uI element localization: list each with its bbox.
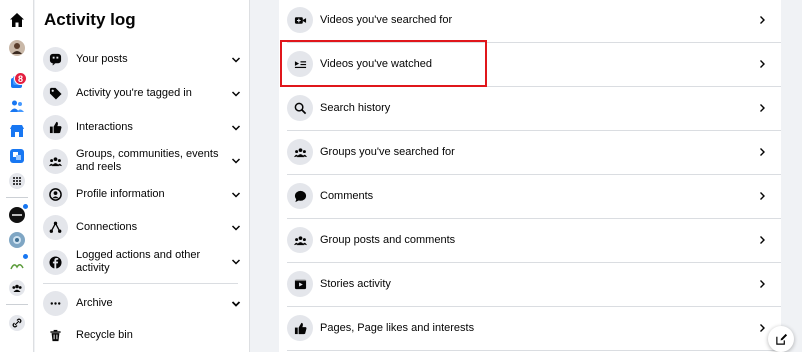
sidebar-item-recycle-bin[interactable]: Recycle bin (43, 323, 243, 348)
chevron-down-icon[interactable] (229, 297, 243, 311)
left-rail: 8 (0, 0, 34, 352)
marketplace-icon[interactable] (7, 121, 27, 141)
list-item-pages-likes[interactable]: Pages, Page likes and interests (279, 306, 781, 350)
chevron-right-icon[interactable] (755, 277, 769, 291)
list-item-group-posts[interactable]: Group posts and comments (279, 218, 781, 262)
video-search-icon (287, 7, 313, 33)
feeds-icon[interactable] (7, 146, 27, 166)
sidebar-item-your-posts[interactable]: Your posts (43, 47, 243, 72)
sidebar-item-archive[interactable]: Archive (43, 291, 243, 316)
unread-dot (22, 253, 29, 260)
list-item-label: Groups you've searched for (320, 146, 455, 158)
sidebar-item-groups[interactable]: Groups, communities, events and reels (43, 148, 243, 174)
more-icon (43, 291, 68, 316)
video-watched-icon (287, 51, 313, 77)
thumbs-up-icon (287, 315, 313, 341)
sidebar-item-tagged[interactable]: Activity you're tagged in (43, 81, 243, 106)
groups-icon (287, 139, 313, 165)
chevron-right-icon[interactable] (755, 101, 769, 115)
stories-icon (287, 271, 313, 297)
avatar[interactable] (7, 38, 27, 58)
divider (287, 350, 781, 351)
chevron-down-icon[interactable] (229, 221, 243, 235)
search-icon (287, 95, 313, 121)
list-item-label: Comments (320, 190, 374, 202)
list-item-label: Pages, Page likes and interests (320, 322, 475, 334)
sidebar-item-label: Groups, communities, events and reels (76, 148, 219, 173)
friends-icon[interactable] (7, 96, 27, 116)
page-title: Activity log (44, 10, 136, 29)
menu-grid-icon[interactable] (7, 171, 27, 191)
tag-icon (43, 81, 68, 106)
sidebar-item-label: Your posts (76, 53, 128, 65)
chevron-down-icon[interactable] (229, 53, 243, 67)
connections-icon (43, 215, 68, 240)
chevron-right-icon[interactable] (755, 57, 769, 71)
chevron-right-icon[interactable] (755, 145, 769, 159)
activity-category-list: Videos you've searched for Videos you've… (279, 0, 781, 352)
sidebar-item-profile-info[interactable]: Profile information (43, 182, 243, 207)
new-message-button[interactable] (768, 326, 794, 352)
sidebar-item-label: Activity you're tagged in (76, 87, 192, 99)
notification-badge: 8 (14, 72, 27, 85)
facebook-icon (43, 249, 68, 275)
groups-icon (287, 227, 313, 253)
thumbs-up-icon (43, 115, 68, 140)
list-item-comments[interactable]: Comments (279, 174, 781, 218)
sidebar-item-label: Archive (76, 297, 113, 309)
chevron-right-icon[interactable] (755, 233, 769, 247)
comment-icon (287, 183, 313, 209)
shortcut-icon[interactable] (7, 230, 27, 250)
sidebar-item-label: Interactions (76, 121, 133, 133)
sidebar-item-label: Logged actions and other activity (76, 249, 201, 274)
home-icon[interactable] (7, 10, 27, 30)
compose-icon (775, 333, 788, 346)
sidebar-item-label: Recycle bin (76, 329, 133, 341)
list-item-label: Group posts and comments (320, 234, 456, 246)
sidebar-item-label: Connections (76, 221, 138, 233)
profile-icon (43, 182, 68, 207)
sidebar-item-connections[interactable]: Connections (43, 215, 243, 240)
chevron-right-icon[interactable] (755, 189, 769, 203)
chevron-down-icon[interactable] (229, 255, 243, 269)
list-item-label: Videos you've searched for (320, 14, 453, 26)
post-icon (43, 47, 68, 72)
divider (43, 283, 238, 284)
list-item-stories-activity[interactable]: Stories activity (279, 262, 781, 306)
list-item-search-history[interactable]: Search history (279, 86, 781, 130)
unread-dot (22, 203, 29, 210)
chevron-down-icon[interactable] (229, 154, 243, 168)
chevron-right-icon[interactable] (755, 321, 769, 335)
sidebar-item-label: Profile information (76, 188, 165, 200)
activity-log-sidebar: Activity log Your posts Activity you're … (35, 0, 250, 352)
sidebar-item-interactions[interactable]: Interactions (43, 115, 243, 140)
chevron-right-icon[interactable] (755, 13, 769, 27)
groups-icon (43, 148, 68, 174)
list-item-label: Stories activity (320, 278, 391, 290)
chevron-down-icon[interactable] (229, 87, 243, 101)
list-item-label: Search history (320, 102, 391, 114)
trash-icon (43, 323, 68, 348)
list-item-videos-watched[interactable]: Videos you've watched (279, 42, 781, 86)
link-icon[interactable] (7, 313, 27, 333)
list-item-groups-searched[interactable]: Groups you've searched for (279, 130, 781, 174)
list-item-videos-searched[interactable]: Videos you've searched for (279, 0, 781, 42)
chevron-down-icon[interactable] (229, 188, 243, 202)
chevron-down-icon[interactable] (229, 121, 243, 135)
sidebar-item-logged-actions[interactable]: Logged actions and other activity (43, 249, 243, 275)
groups-icon[interactable] (7, 278, 27, 298)
list-item-label: Videos you've watched (320, 58, 432, 70)
